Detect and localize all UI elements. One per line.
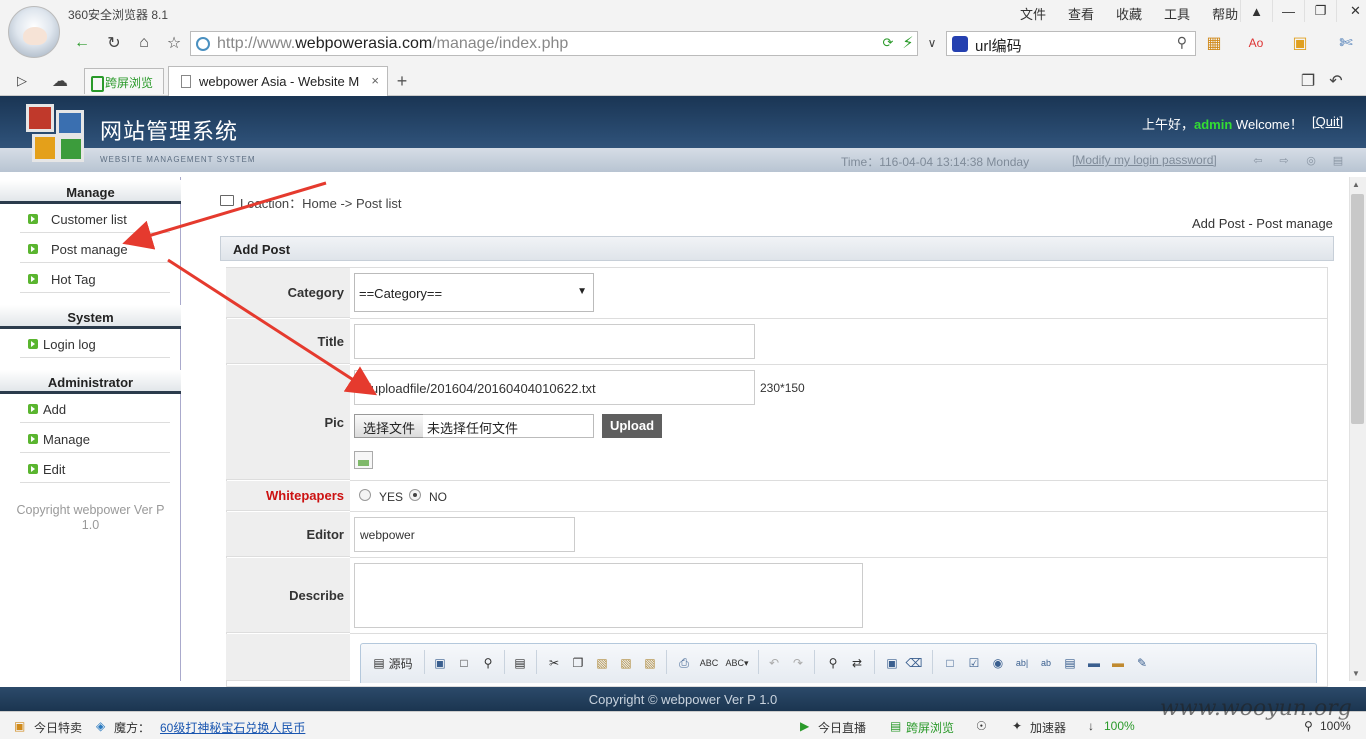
- scroll-down-icon[interactable]: ▼: [1352, 669, 1360, 678]
- network-icon[interactable]: ☉: [976, 719, 987, 733]
- magic-label: 魔方：: [114, 721, 151, 735]
- arrow-to-post-manage: [122, 181, 327, 250]
- download-percent: 100%: [1104, 719, 1135, 733]
- arrow-to-pic-path: [167, 258, 378, 396]
- split-browse[interactable]: 跨屏浏览: [906, 719, 954, 736]
- accelerator[interactable]: 加速器: [1030, 719, 1066, 736]
- scroll-up-icon[interactable]: ▲: [1352, 180, 1360, 189]
- cube-icon: ◈: [96, 719, 106, 733]
- zoom-icon[interactable]: ⚲: [1304, 719, 1313, 733]
- annotation-arrows: [122, 181, 378, 396]
- rocket-icon: ✦: [1012, 719, 1023, 733]
- today-live[interactable]: 今日直播: [818, 719, 866, 736]
- live-icon: ▶: [800, 719, 810, 733]
- download-icon[interactable]: ↓: [1088, 719, 1094, 733]
- split-icon: ▤: [890, 719, 902, 733]
- shopping-bag-icon: ▣: [14, 719, 26, 733]
- watermark: www.wooyun.org: [1160, 696, 1352, 721]
- magic-link[interactable]: 60级打神秘宝石兑换人民币: [160, 719, 305, 736]
- today-deal[interactable]: 今日特卖: [34, 719, 82, 736]
- zoom-level[interactable]: 100%: [1320, 719, 1351, 733]
- scrollbar-thumb[interactable]: [1351, 194, 1364, 424]
